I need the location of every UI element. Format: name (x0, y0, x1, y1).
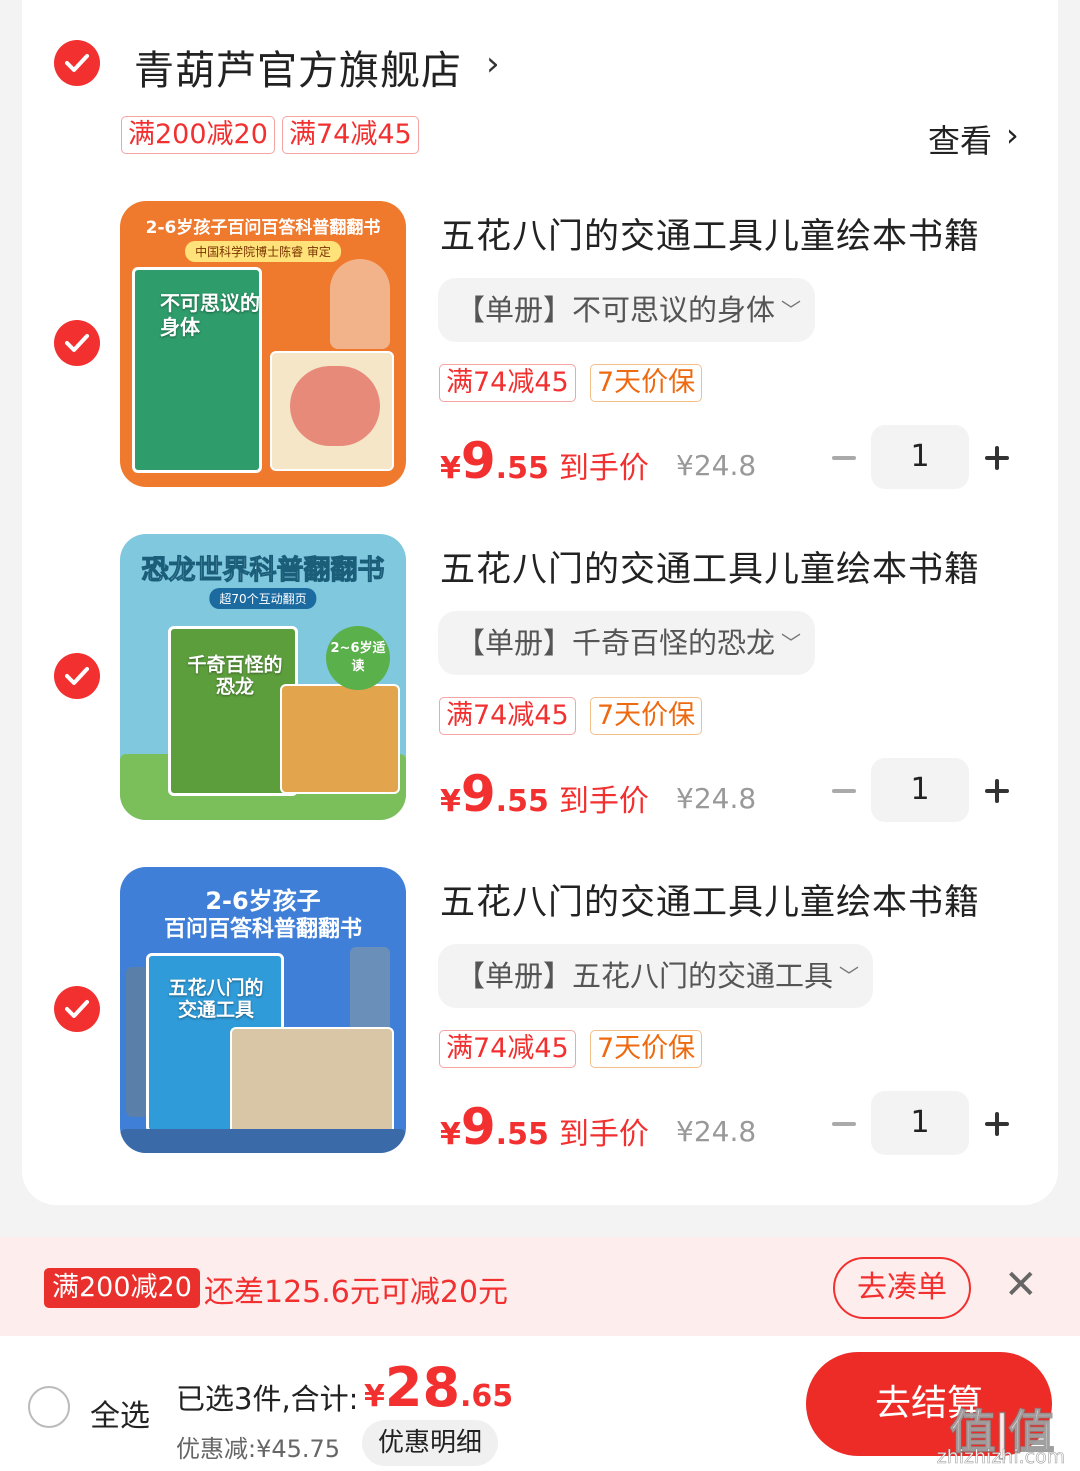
thumb-sub-text: 超70个互动翻页 (209, 588, 317, 609)
book-cover (168, 626, 298, 796)
product-thumbnail[interactable]: 2-6岁孩子百问百答科普翻翻书 中国科学院博士陈睿 审定 不可思议的身体 (120, 201, 406, 487)
variant-label: 【单册】不可思议的身体 (456, 293, 776, 327)
variant-label: 【单册】五花八门的交通工具 (456, 959, 834, 993)
view-more-chevron-icon[interactable]: › (1006, 116, 1019, 154)
final-price: ¥9.55 到手价 (440, 1098, 649, 1156)
discount-detail-button[interactable]: 优惠明细 (362, 1420, 499, 1466)
minus-icon[interactable] (832, 789, 856, 793)
price-yen: ¥ (440, 784, 461, 819)
price-label: 到手价 (558, 1117, 649, 1152)
price-dec: .55 (495, 784, 549, 819)
product-check-icon[interactable] (54, 320, 100, 366)
thumb-sub-text: 中国科学院博士陈睿 审定 (185, 241, 341, 262)
product-promo-tag: 满74减45 (439, 364, 576, 402)
original-price: ¥24.8 (676, 449, 757, 482)
store-promo-tag: 满200减20 (121, 116, 275, 154)
selection-summary: 已选3件,合计: (176, 1382, 359, 1416)
age-badge: 2~6岁适读 (326, 626, 390, 690)
plus-icon[interactable] (985, 779, 1009, 803)
original-price: ¥24.8 (676, 1115, 757, 1148)
watermark-url: zhizhizhi.com (936, 1446, 1066, 1469)
price-int: 9 (460, 432, 496, 490)
product-title[interactable]: 五花八门的交通工具儿童绘本书籍 (440, 874, 980, 925)
final-price: ¥9.55 到手价 (440, 432, 649, 490)
store-check-icon[interactable] (54, 40, 100, 86)
product-thumbnail[interactable]: 恐龙世界科普翻翻书 超70个互动翻页 千奇百怪的恐龙 2~6岁适读 (120, 534, 406, 820)
book-title-text: 不可思议的身体 (160, 291, 260, 339)
variant-selector[interactable]: 【单册】不可思议的身体 ﹀ (438, 278, 816, 342)
product-title[interactable]: 五花八门的交通工具儿童绘本书籍 (440, 541, 980, 592)
thumb-top-text-2: 百问百答科普翻翻书 (163, 917, 362, 942)
variant-selector[interactable]: 【单册】五花八门的交通工具 ﹀ (438, 944, 874, 1008)
total-yen: ¥ (364, 1379, 385, 1414)
store-chevron-icon[interactable]: › (486, 44, 500, 84)
promo-text: 还差125.6元可减20元 (204, 1275, 509, 1310)
variant-label: 【单册】千奇百怪的恐龙 (456, 626, 776, 660)
ground-illustration (120, 1129, 406, 1153)
final-price: ¥9.55 到手价 (440, 765, 649, 823)
select-all-radio[interactable] (28, 1386, 70, 1428)
view-more-link[interactable]: 查看 (928, 116, 992, 162)
book-title-text: 千奇百怪的恐龙 (187, 654, 283, 698)
chevron-down-icon: ﹀ (781, 631, 802, 655)
product-promo-tag: 满74减45 (439, 697, 576, 735)
price-label: 到手价 (558, 784, 649, 819)
total-int: 28 (384, 1356, 461, 1419)
plus-icon[interactable] (985, 1112, 1009, 1136)
price-int: 9 (460, 1098, 496, 1156)
price-protect-tag: 7天价保 (590, 697, 703, 735)
price-protect-tag: 7天价保 (590, 364, 703, 402)
minus-icon[interactable] (832, 456, 856, 460)
select-all-label[interactable]: 全选 (90, 1391, 150, 1435)
thumb-top-text: 恐龙世界科普翻翻书 (141, 555, 385, 587)
plus-icon[interactable] (985, 446, 1009, 470)
price-dec: .55 (495, 1117, 549, 1152)
price-dec: .55 (495, 451, 549, 486)
quantity-field[interactable]: 1 (871, 1091, 969, 1155)
product-check-icon[interactable] (54, 653, 100, 699)
minus-icon[interactable] (832, 1122, 856, 1126)
original-price: ¥24.8 (676, 782, 757, 815)
popup-page (280, 684, 400, 794)
product-check-icon[interactable] (54, 986, 100, 1032)
discount-amount: 优惠减:¥45.75 (176, 1435, 341, 1463)
product-promo-tag: 满74减45 (439, 1030, 576, 1068)
price-yen: ¥ (440, 451, 461, 486)
add-on-button[interactable]: 去凑单 (833, 1257, 971, 1319)
promo-bar: 满200减20 还差125.6元可减20元 去凑单 ✕ (0, 1237, 1080, 1336)
price-label: 到手价 (558, 451, 649, 486)
product-thumbnail[interactable]: 2-6岁孩子 百问百答科普翻翻书 五花八门的交通工具 (120, 867, 406, 1153)
brain-illustration (290, 366, 380, 446)
chevron-down-icon: ﹀ (781, 298, 802, 322)
checkout-bar: 全选 已选3件,合计: ¥28.65 优惠减:¥45.75 优惠明细 去结算 值… (0, 1336, 1080, 1471)
price-yen: ¥ (440, 1117, 461, 1152)
quantity-field[interactable]: 1 (871, 758, 969, 822)
popup-page (230, 1027, 394, 1137)
store-name[interactable]: 青葫芦官方旗舰店 (134, 38, 462, 96)
quantity-field[interactable]: 1 (871, 425, 969, 489)
watermark-logo: 值|值 zhizhizhi.com (926, 1396, 1076, 1471)
chevron-down-icon: ﹀ (839, 964, 860, 988)
promo-tag: 满200减20 (44, 1268, 200, 1308)
price-int: 9 (460, 765, 496, 823)
store-promo-tag: 满74减45 (282, 116, 419, 154)
total-price: ¥28.65 (364, 1356, 513, 1419)
product-title[interactable]: 五花八门的交通工具儿童绘本书籍 (440, 208, 980, 259)
character-illustration (330, 259, 390, 349)
total-dec: .65 (460, 1379, 514, 1414)
book-title-text: 五花八门的交通工具 (168, 977, 264, 1021)
price-protect-tag: 7天价保 (590, 1030, 703, 1068)
variant-selector[interactable]: 【单册】千奇百怪的恐龙 ﹀ (438, 611, 816, 675)
thumb-top-text: 2-6岁孩子百问百答科普翻翻书 (145, 218, 381, 238)
close-icon[interactable]: ✕ (1004, 1265, 1038, 1305)
